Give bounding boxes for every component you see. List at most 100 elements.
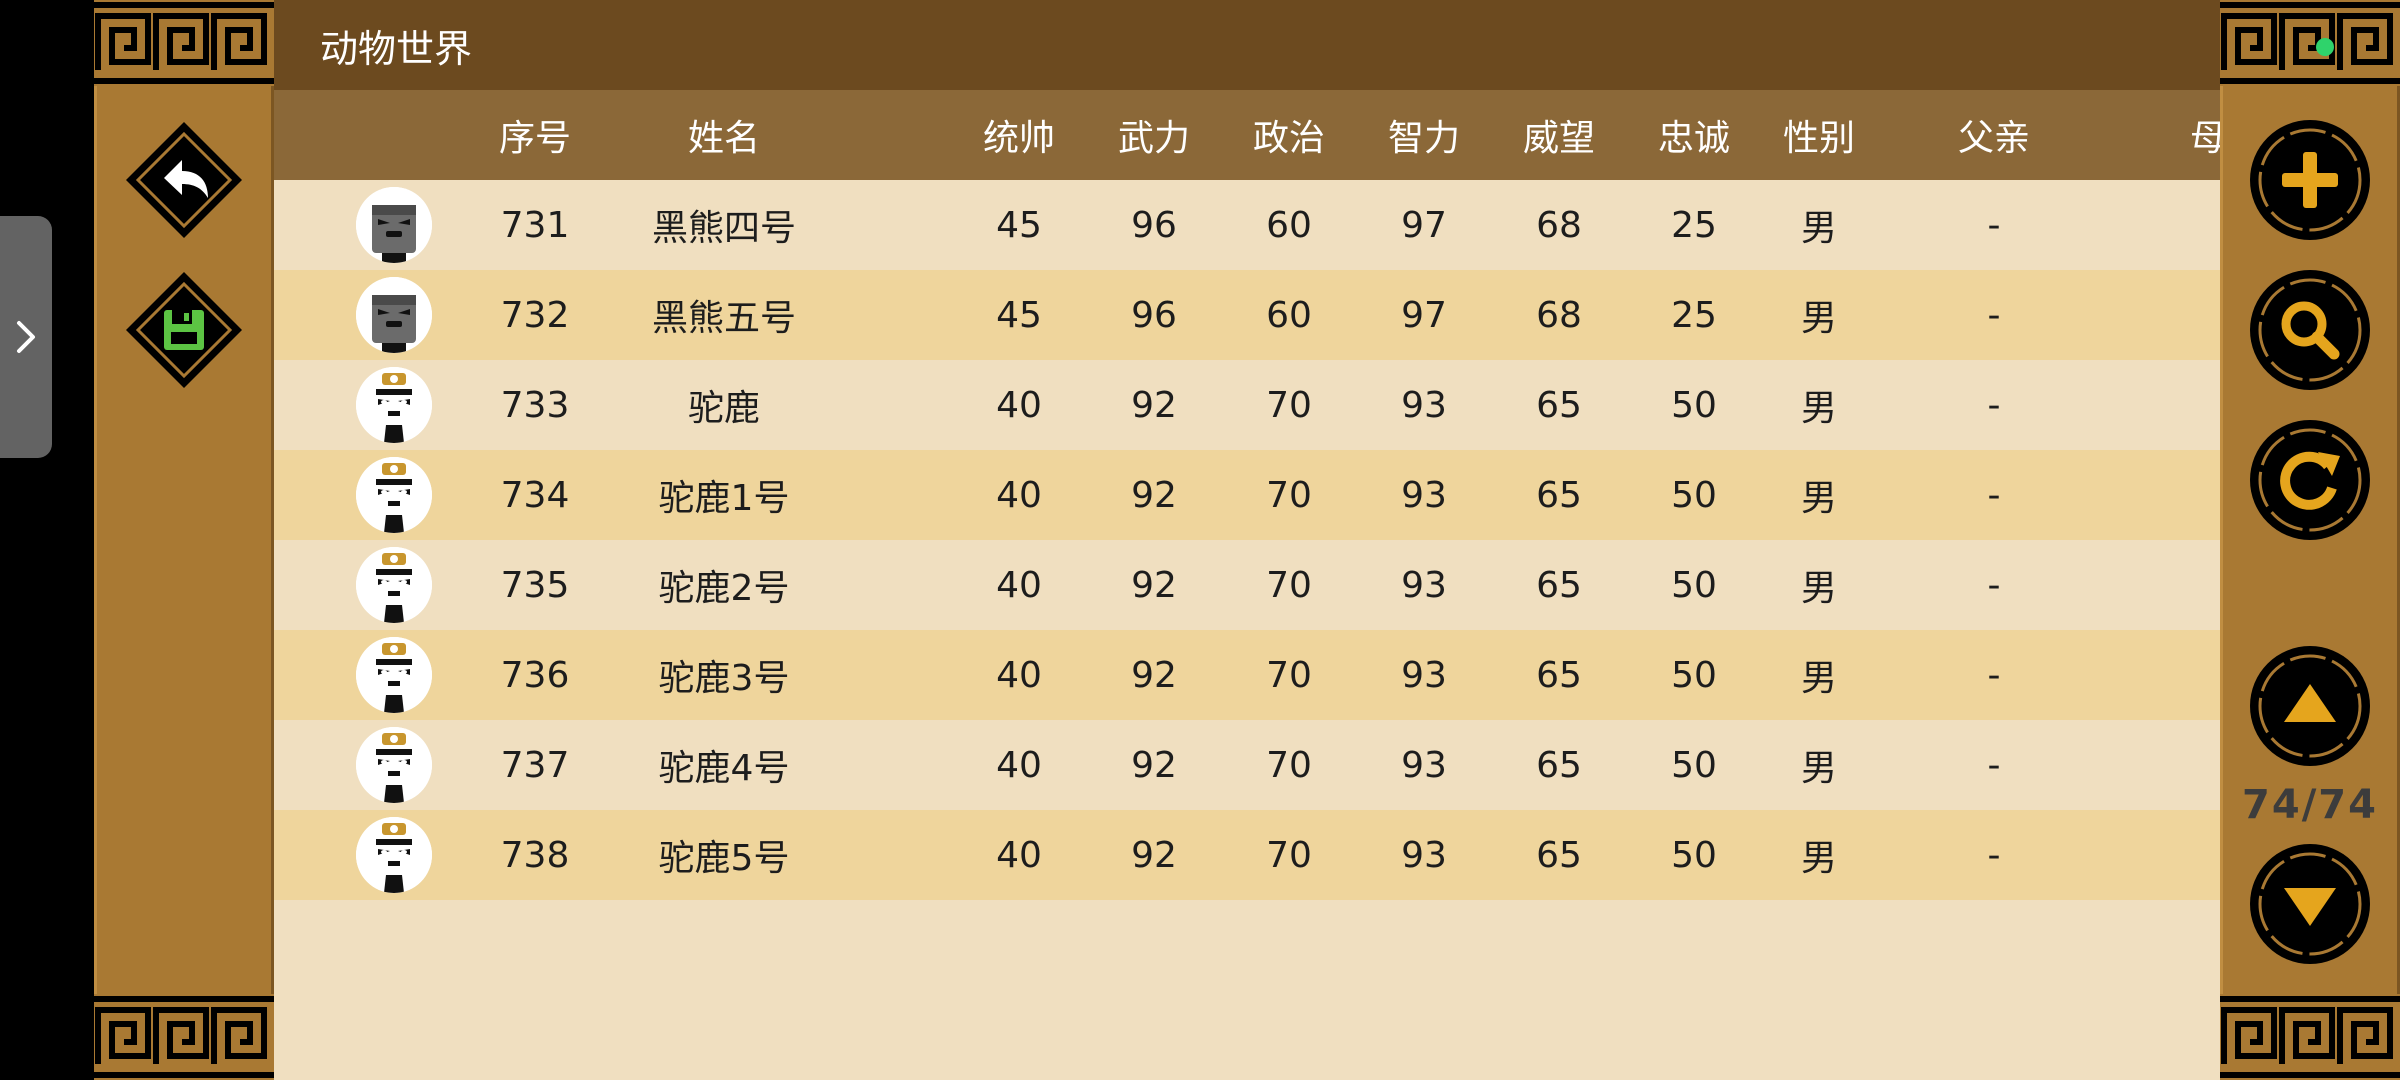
cell-name: 驼鹿3号 — [658, 658, 790, 699]
cell-prestige: 65 — [1536, 564, 1582, 606]
page-up-button[interactable] — [2248, 644, 2372, 768]
cell-command: 40 — [996, 654, 1042, 696]
save-disk-icon — [126, 272, 242, 388]
cell-gender: 男 — [1800, 568, 1837, 609]
header-force[interactable]: 武力 — [1094, 90, 1214, 180]
cell-command: 45 — [996, 204, 1042, 246]
cell-intellect: 93 — [1401, 744, 1447, 786]
cell-loyalty: 50 — [1671, 564, 1717, 606]
header-loyalty[interactable]: 忠诚 — [1634, 90, 1754, 180]
cell-force: 92 — [1131, 834, 1177, 876]
cell-father: - — [1987, 474, 2001, 516]
cell-force: 96 — [1131, 294, 1177, 336]
cell-prestige: 65 — [1536, 744, 1582, 786]
cell-father: - — [1987, 654, 2001, 696]
cell-name: 黑熊四号 — [651, 208, 796, 249]
chevron-right-icon — [17, 321, 35, 353]
header-politics[interactable]: 政治 — [1229, 90, 1349, 180]
cell-prestige: 65 — [1536, 654, 1582, 696]
table-header: 序号 姓名 统帅 武力 政治 智力 威望 忠诚 性别 父亲 母亲 — [274, 90, 2262, 180]
cell-politics: 60 — [1266, 294, 1312, 336]
cell-loyalty: 50 — [1671, 654, 1717, 696]
status-dot — [2316, 38, 2334, 56]
cell-politics: 70 — [1266, 474, 1312, 516]
cell-father: - — [1987, 744, 2001, 786]
back-button[interactable] — [124, 120, 244, 240]
refresh-button[interactable] — [2248, 418, 2372, 542]
cell-prestige: 68 — [1536, 204, 1582, 246]
search-icon — [2250, 270, 2370, 390]
page-title: 动物世界 — [320, 26, 473, 71]
cell-prestige: 68 — [1536, 294, 1582, 336]
cell-intellect: 97 — [1401, 204, 1447, 246]
triangle-down-icon — [2250, 844, 2370, 964]
table-row[interactable]: 732黑熊五号459660976825男-- — [274, 270, 2233, 360]
cell-prestige: 65 — [1536, 834, 1582, 876]
cell-force: 96 — [1131, 204, 1177, 246]
cell-gender: 男 — [1800, 298, 1837, 339]
refresh-icon — [2250, 420, 2370, 540]
cell-gender: 男 — [1800, 838, 1837, 879]
cell-intellect: 93 — [1401, 474, 1447, 516]
header-name[interactable]: 姓名 — [594, 90, 854, 180]
cell-command: 45 — [996, 294, 1042, 336]
cell-gender: 男 — [1800, 658, 1837, 699]
back-arrow-icon — [126, 122, 242, 238]
cell-name: 驼鹿1号 — [658, 478, 790, 519]
table-row[interactable]: 737驼鹿4号409270936550男-- — [274, 720, 2233, 810]
cell-father: - — [1987, 384, 2001, 426]
cell-name: 驼鹿 — [687, 388, 760, 429]
page-down-button[interactable] — [2248, 842, 2372, 966]
right-side-panel — [2220, 0, 2400, 1080]
cell-father: - — [1987, 294, 2001, 336]
cell-loyalty: 50 — [1671, 384, 1717, 426]
cell-politics: 70 — [1266, 654, 1312, 696]
meander-border-bottom-left — [94, 994, 274, 1080]
cell-father: - — [1987, 204, 2001, 246]
table-row[interactable]: 731黑熊四号459660976825男-- — [274, 180, 2233, 270]
table-body: 731黑熊四号459660976825男--732黑熊五号45966097682… — [274, 180, 2233, 900]
table-row[interactable]: 736驼鹿3号409270936550男-- — [274, 630, 2233, 720]
header-gender[interactable]: 性别 — [1759, 90, 1879, 180]
table-row[interactable]: 733驼鹿409270936550男-- — [274, 360, 2233, 450]
cell-name: 驼鹿2号 — [658, 568, 790, 609]
cell-father: - — [1987, 564, 2001, 606]
cell-intellect: 93 — [1401, 654, 1447, 696]
header-intellect[interactable]: 智力 — [1364, 90, 1484, 180]
table-row[interactable]: 734驼鹿1号409270936550男-- — [274, 450, 2233, 540]
cell-loyalty: 50 — [1671, 744, 1717, 786]
cell-loyalty: 25 — [1671, 294, 1717, 336]
table-row[interactable]: 735驼鹿2号409270936550男-- — [274, 540, 2233, 630]
plus-icon — [2250, 120, 2370, 240]
drawer-handle[interactable] — [0, 216, 52, 458]
header-father[interactable]: 父亲 — [1924, 90, 2064, 180]
cell-force: 92 — [1131, 474, 1177, 516]
cell-politics: 70 — [1266, 384, 1312, 426]
page-indicator: 74/74 — [2242, 782, 2378, 828]
cell-force: 92 — [1131, 564, 1177, 606]
left-side-panel — [94, 0, 274, 1080]
cell-force: 92 — [1131, 654, 1177, 696]
cell-loyalty: 50 — [1671, 834, 1717, 876]
title-bar: 动物世界 — [274, 0, 2220, 90]
cell-loyalty: 25 — [1671, 204, 1717, 246]
cell-intellect: 97 — [1401, 294, 1447, 336]
cell-name: 黑熊五号 — [651, 298, 796, 339]
cell-command: 40 — [996, 384, 1042, 426]
search-button[interactable] — [2248, 268, 2372, 392]
meander-border-bottom-right — [2220, 994, 2400, 1080]
cell-command: 40 — [996, 474, 1042, 516]
cell-loyalty: 50 — [1671, 474, 1717, 516]
cell-intellect: 93 — [1401, 834, 1447, 876]
cell-gender: 男 — [1800, 478, 1837, 519]
add-button[interactable] — [2248, 118, 2372, 242]
header-prestige[interactable]: 威望 — [1499, 90, 1619, 180]
header-command[interactable]: 统帅 — [959, 90, 1079, 180]
roster-panel: 动物世界 序号 姓名 统帅 武力 政治 智力 威望 忠诚 性别 父亲 母亲 73… — [274, 0, 2262, 1080]
table-row[interactable]: 738驼鹿5号409270936550男-- — [274, 810, 2233, 900]
cell-father: - — [1987, 834, 2001, 876]
cell-gender: 男 — [1800, 208, 1837, 249]
save-button[interactable] — [124, 270, 244, 390]
cell-force: 92 — [1131, 384, 1177, 426]
cell-gender: 男 — [1800, 748, 1837, 789]
